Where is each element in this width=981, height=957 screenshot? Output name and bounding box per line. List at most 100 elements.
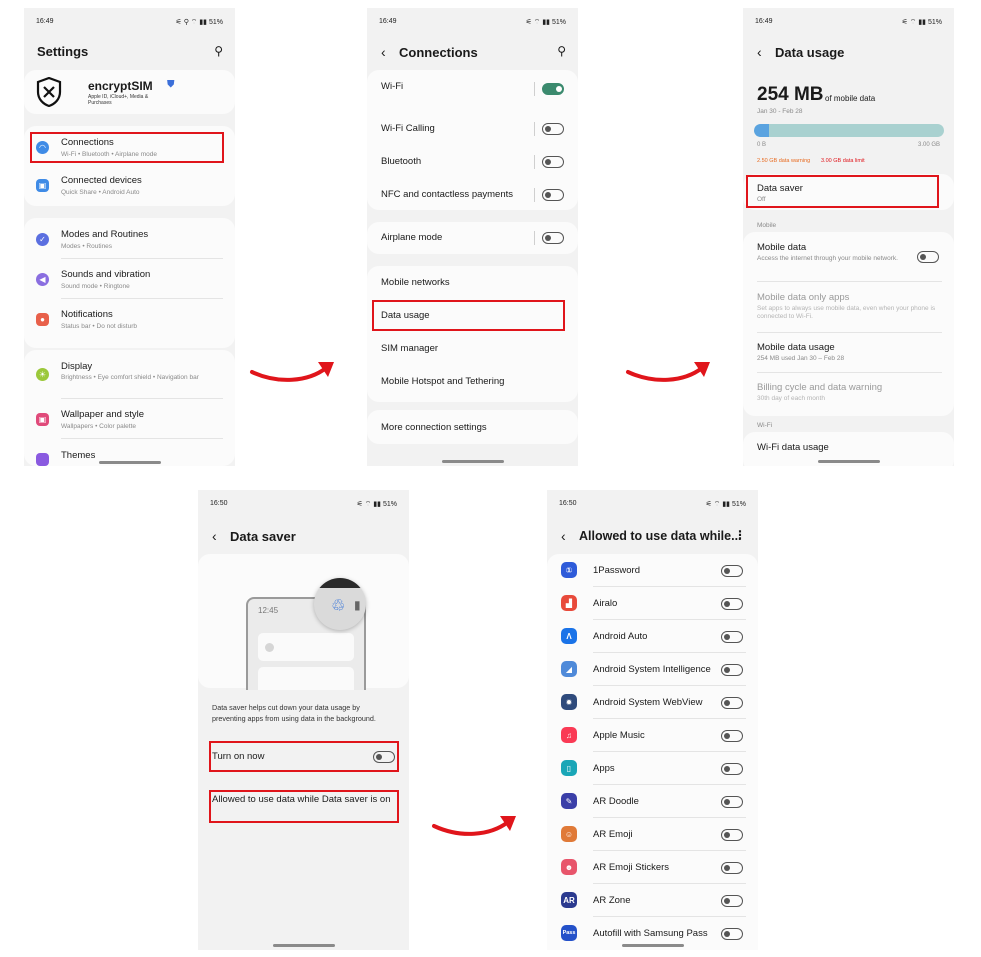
app-toggle[interactable]: [721, 829, 743, 841]
app-toggle[interactable]: [721, 862, 743, 874]
data-saver-icon-circle: ♲ ▮: [314, 578, 366, 630]
illus-time: 12:45: [258, 606, 279, 615]
search-icon[interactable]: ⚲: [214, 44, 223, 58]
settings-item-sub: Quick Share • Android Auto: [61, 189, 140, 196]
data-saver-screen: 16:50 ⚟ ⌔ ▮▮ 51% ‹ Data saver 12:45 ♲ ▮ …: [198, 490, 409, 950]
connections-item-label: Airplane mode: [381, 232, 443, 243]
app-toggle[interactable]: [721, 565, 743, 577]
app-toggle[interactable]: [721, 631, 743, 643]
data-saver-description: Data saver helps cut down your data usag…: [212, 703, 376, 723]
settings-item-notifications[interactable]: ● Notifications Status bar • Do not dist…: [24, 306, 235, 334]
connections-item-airplane[interactable]: Airplane mode: [367, 222, 578, 254]
app-row[interactable]: ✎ AR Doodle: [547, 785, 758, 818]
app-toggle[interactable]: [721, 697, 743, 709]
app-row[interactable]: ☺ AR Emoji: [547, 818, 758, 851]
app-row[interactable]: Λ Android Auto: [547, 620, 758, 653]
settings-item-sounds[interactable]: ◀ Sounds and vibration Sound mode • Ring…: [24, 266, 235, 294]
back-icon[interactable]: ‹: [212, 528, 217, 544]
app-row[interactable]: ✹ Android System WebView: [547, 686, 758, 719]
data-saver-icon: ♲: [331, 598, 346, 615]
status-bar: 16:50 ⚟ ⌔ ▮▮ 51%: [198, 490, 409, 510]
connections-item-nfc[interactable]: NFC and contactless payments: [367, 176, 578, 210]
airplane-toggle[interactable]: [542, 232, 564, 244]
mobile-only-apps-row[interactable]: Mobile data only apps Set apps to always…: [743, 288, 954, 324]
arrow-icon: [432, 816, 516, 836]
section-mobile: Mobile: [757, 222, 777, 229]
connections-item-mobile-networks[interactable]: Mobile networks: [367, 266, 578, 299]
highlight-data-usage: [372, 300, 565, 331]
mobile-data-usage-row[interactable]: Mobile data usage 254 MB used Jan 30 – F…: [743, 338, 954, 368]
connections-screen: 16:49 ⚟ ⌔ ▮▮ 51% ‹ Connections ⚲ Wi-Fi W…: [367, 8, 578, 466]
divider: [534, 188, 535, 202]
app-toggle[interactable]: [721, 763, 743, 775]
app-name: AR Emoji: [593, 829, 633, 840]
wifi-toggle[interactable]: [542, 83, 564, 95]
divider: [61, 258, 223, 259]
app-name: AR Doodle: [593, 796, 639, 807]
search-icon[interactable]: ⚲: [557, 44, 566, 58]
app-row[interactable]: AR AR Zone: [547, 884, 758, 917]
app-row[interactable]: ♫ Apple Music: [547, 719, 758, 752]
airalo-icon: ▟: [561, 595, 577, 611]
settings-item-label: Connected devices: [61, 175, 142, 186]
mobile-usage-sub: 254 MB used Jan 30 – Feb 28: [757, 355, 845, 362]
more-options-icon[interactable]: ⋮: [734, 528, 746, 542]
wifi-calling-toggle[interactable]: [542, 123, 564, 135]
mobile-data-row[interactable]: Mobile data Access the internet through …: [743, 238, 954, 274]
connections-item-label: More connection settings: [381, 422, 487, 433]
bluetooth-toggle[interactable]: [542, 156, 564, 168]
themes-icon: [36, 453, 49, 466]
status-bar: 16:49 ⚟ ⚲ ⌔ ▮▮ 51%: [24, 8, 235, 28]
wifi-usage-row[interactable]: Wi-Fi data usage: [743, 438, 954, 462]
settings-item-sub: Modes • Routines: [61, 243, 113, 250]
usage-scale-max: 3.00 GB: [917, 142, 940, 148]
mobile-only-label: Mobile data only apps: [757, 292, 850, 303]
app-row[interactable]: ▟ Airalo: [547, 587, 758, 620]
back-icon[interactable]: ‹: [561, 528, 566, 544]
gesture-bar: [818, 460, 880, 463]
app-row[interactable]: ① 1Password: [547, 554, 758, 587]
back-icon[interactable]: ‹: [757, 44, 762, 60]
app-name: Android System Intelligence: [593, 664, 711, 675]
app-name: AR Emoji Stickers: [593, 862, 670, 873]
settings-item-sub: Sound mode • Ringtone: [61, 283, 130, 290]
settings-item-wallpaper[interactable]: ▣ Wallpaper and style Wallpapers • Color…: [24, 406, 235, 434]
app-name: Apps: [593, 763, 615, 774]
highlight-data-saver: [746, 175, 939, 208]
usage-scale-min: 0 B: [757, 142, 767, 148]
brightness-icon: ☀: [36, 368, 49, 381]
connections-item-hotspot[interactable]: Mobile Hotspot and Tethering: [367, 365, 578, 398]
nfc-toggle[interactable]: [542, 189, 564, 201]
connections-item-bluetooth[interactable]: Bluetooth: [367, 143, 578, 177]
connections-item-more[interactable]: More connection settings: [367, 410, 578, 444]
settings-item-connected-devices[interactable]: ▣ Connected devices Quick Share • Androi…: [24, 172, 235, 200]
connections-item-wifi[interactable]: Wi-Fi: [367, 70, 578, 104]
app-name: Airalo: [593, 598, 618, 609]
app-row[interactable]: ☻ AR Emoji Stickers: [547, 851, 758, 884]
apple-music-icon: ♫: [561, 727, 577, 743]
notification-icon: ●: [36, 313, 49, 326]
account-card[interactable]: encryptSIM ⛊ Apple ID, iCloud+, Media & …: [24, 70, 235, 114]
settings-item-modes[interactable]: ✓ Modes and Routines Modes • Routines: [24, 226, 235, 254]
usage-period: Jan 30 - Feb 28: [757, 108, 803, 115]
mobile-data-toggle[interactable]: [917, 251, 939, 263]
connections-item-wifi-calling[interactable]: Wi-Fi Calling: [367, 110, 578, 144]
limit-text: 3.00 GB data limit: [821, 158, 865, 164]
status-icons: ⚟ ⌔ ▮▮ 51%: [901, 19, 942, 26]
connections-item-sim-manager[interactable]: SIM manager: [367, 332, 578, 365]
app-toggle[interactable]: [721, 598, 743, 610]
app-toggle[interactable]: [721, 796, 743, 808]
app-toggle[interactable]: [721, 730, 743, 742]
app-toggle[interactable]: [721, 664, 743, 676]
mobile-only-sub: Set apps to always use mobile data, even…: [757, 305, 936, 320]
billing-cycle-row[interactable]: Billing cycle and data warning 30th day …: [743, 378, 954, 408]
settings-screen: 16:49 ⚟ ⚲ ⌔ ▮▮ 51% Settings ⚲ encryptSIM…: [24, 8, 235, 466]
app-toggle[interactable]: [721, 928, 743, 940]
app-toggle[interactable]: [721, 895, 743, 907]
settings-item-display[interactable]: ☀ Display Brightness • Eye comfort shiel…: [24, 360, 235, 394]
app-row[interactable]: ◢ Android System Intelligence: [547, 653, 758, 686]
back-icon[interactable]: ‹: [381, 44, 386, 60]
app-row[interactable]: ▯ Apps: [547, 752, 758, 785]
illus-card: [258, 633, 354, 661]
page-title: Data saver: [230, 529, 296, 544]
